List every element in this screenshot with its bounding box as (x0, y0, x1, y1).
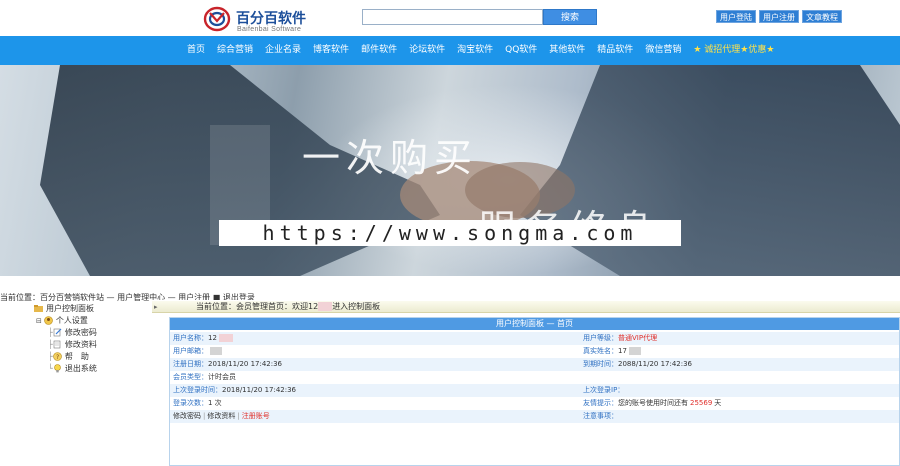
nav-directory[interactable]: 企业名录 (259, 36, 307, 65)
redacted-realname (628, 347, 641, 355)
watermark-text: https://www.songma.com (219, 220, 681, 246)
tip-label: 友情提示： (583, 399, 618, 407)
tree-item-label: 帮 助 (64, 352, 89, 361)
lightbulb-icon (54, 364, 61, 373)
count-label: 登录次数： (173, 399, 208, 407)
hero-banner: 一次购买 服务终身 https://www.songma.com (0, 65, 900, 276)
table-row: 登录次数：1 次 友情提示：您的账号使用时间还有 25569 天 (170, 397, 899, 410)
regtime-label: 注册日期： (173, 360, 208, 368)
logo-text: 百分百软件 (236, 11, 306, 27)
tree-group[interactable]: ⊟ 个人设置 (28, 315, 152, 327)
nav-forum[interactable]: 论坛软件 (403, 36, 451, 65)
tree-item-logout[interactable]: └ 退出系统 (28, 363, 152, 375)
edit-icon (53, 328, 62, 337)
current-location-bar: ▸ 当前位置：会员管理首页：欢迎12 进入控制面板 (152, 301, 900, 313)
nav-taobao[interactable]: 淘宝软件 (451, 36, 499, 65)
username-label: 用户名称： (173, 334, 208, 342)
tree-item-password[interactable]: ├ 修改密码 (28, 327, 152, 339)
lastip-label: 上次登录IP： (583, 386, 625, 394)
search-button[interactable]: 搜索 (543, 9, 597, 25)
table-row: 注册日期：2018/11/20 17:42:36 到期时间：2088/11/20… (170, 358, 899, 371)
table-row: 上次登录时间：2018/11/20 17:42:36 上次登录IP： (170, 384, 899, 397)
top-links: 用户登陆 用户注册 文章教程 (716, 10, 842, 23)
tip-days: 25569 (690, 399, 713, 407)
register-account-link[interactable]: 注册账号 (242, 412, 270, 420)
user-settings-icon (44, 316, 53, 325)
articles-link[interactable]: 文章教程 (802, 10, 842, 23)
user-info-card: 用户控制面板 — 首页 用户名称：12 用户等级：普通VIP代理 用户邮箱： 真… (169, 317, 900, 466)
nav-marketing[interactable]: 综合营销 (211, 36, 259, 65)
table-row: 修改密码 | 修改资料 | 注册账号 注意事项： (170, 410, 899, 423)
current-suffix: 进入控制面板 (332, 302, 381, 311)
table-row: 用户邮箱： 真实姓名：17 (170, 345, 899, 358)
type-value: 计时会员 (208, 373, 236, 381)
nav-qq[interactable]: QQ软件 (499, 36, 543, 65)
nav-other[interactable]: 其他软件 (543, 36, 591, 65)
nav-blog[interactable]: 博客软件 (307, 36, 355, 65)
banner-slogan-1: 一次购买 (302, 136, 479, 180)
help-icon: ? (53, 352, 62, 361)
nav-email[interactable]: 邮件软件 (355, 36, 403, 65)
redacted-email (210, 347, 222, 355)
tree-item-label: 修改资料 (64, 340, 97, 349)
tree-item-help[interactable]: ├? 帮 助 (28, 351, 152, 363)
level-value: 普通VIP代理 (618, 334, 658, 342)
regtime-value: 2018/11/20 17:42:36 (208, 360, 283, 368)
tree-root-label: 用户控制面板 (46, 304, 94, 313)
tree-root[interactable]: 用户控制面板 (28, 303, 152, 315)
change-password-link[interactable]: 修改密码 (173, 412, 201, 420)
table-row: 用户名称：12 用户等级：普通VIP代理 (170, 332, 899, 345)
edit-profile-link[interactable]: 修改资料 (207, 412, 235, 420)
redacted-username (218, 334, 233, 342)
main-nav: 首页 综合营销 企业名录 博客软件 邮件软件 论坛软件 淘宝软件 QQ软件 其他… (0, 36, 900, 65)
nav-premium[interactable]: 精品软件 (591, 36, 639, 65)
count-value: 1 次 (208, 399, 222, 407)
logo-subtext: Baifenbai Software (237, 26, 302, 33)
arrow-icon[interactable]: ▸ (154, 301, 158, 313)
nav-promo[interactable]: ★ 诚招代理★优惠★ (687, 36, 780, 65)
current-user: 12 (308, 302, 319, 311)
tree-item-profile[interactable]: ├ 修改资料 (28, 339, 152, 351)
lastlogin-value: 2018/11/20 17:42:36 (222, 386, 297, 394)
site-header: 百分百软件 Baifenbai Software 搜索 用户登陆 用户注册 文章… (0, 0, 900, 36)
login-link[interactable]: 用户登陆 (716, 10, 756, 23)
collapse-icon[interactable]: ⊟ (36, 317, 42, 325)
redacted-username (318, 302, 333, 311)
content-panel: ▸ 当前位置：会员管理首页：欢迎12 进入控制面板 用户控制面板 — 首页 用户名… (152, 300, 900, 466)
tip-value: 您的账号使用时间还有 (618, 399, 688, 407)
site-logo[interactable]: 百分百软件 Baifenbai Software (203, 6, 333, 34)
svg-text:?: ? (56, 354, 59, 361)
folder-icon (34, 305, 43, 312)
username-value: 12 (208, 334, 217, 342)
email-label: 用户邮箱： (173, 347, 208, 355)
realname-label: 真实姓名： (583, 347, 618, 355)
logo-icon (203, 6, 231, 32)
table-row: 会员类型：计时会员 (170, 371, 899, 384)
tip-unit: 天 (714, 399, 722, 407)
level-label: 用户等级： (583, 334, 618, 342)
notice-label: 注意事项： (583, 412, 618, 420)
tree-item-label: 修改密码 (64, 328, 97, 337)
register-link[interactable]: 用户注册 (759, 10, 799, 23)
lastlogin-label: 上次登录时间： (173, 386, 222, 394)
nav-home[interactable]: 首页 (181, 36, 211, 65)
expire-value: 2088/11/20 17:42:36 (618, 360, 693, 368)
tree-group-label: 个人设置 (55, 316, 88, 325)
document-icon (53, 340, 61, 349)
expire-label: 到期时间： (583, 360, 618, 368)
control-tree: 用户控制面板 ⊟ 个人设置 ├ 修改密码 ├ 修改资料 ├? 帮 助 └ 退出系统 (28, 303, 152, 375)
realname-value: 17 (618, 347, 627, 355)
nav-wechat[interactable]: 微信营销 (639, 36, 687, 65)
card-title: 用户控制面板 — 首页 (170, 318, 899, 330)
current-prefix: 当前位置：会员管理首页：欢迎 (196, 302, 308, 311)
search-input[interactable] (362, 9, 543, 25)
tree-item-label: 退出系统 (64, 364, 97, 373)
type-label: 会员类型： (173, 373, 208, 381)
